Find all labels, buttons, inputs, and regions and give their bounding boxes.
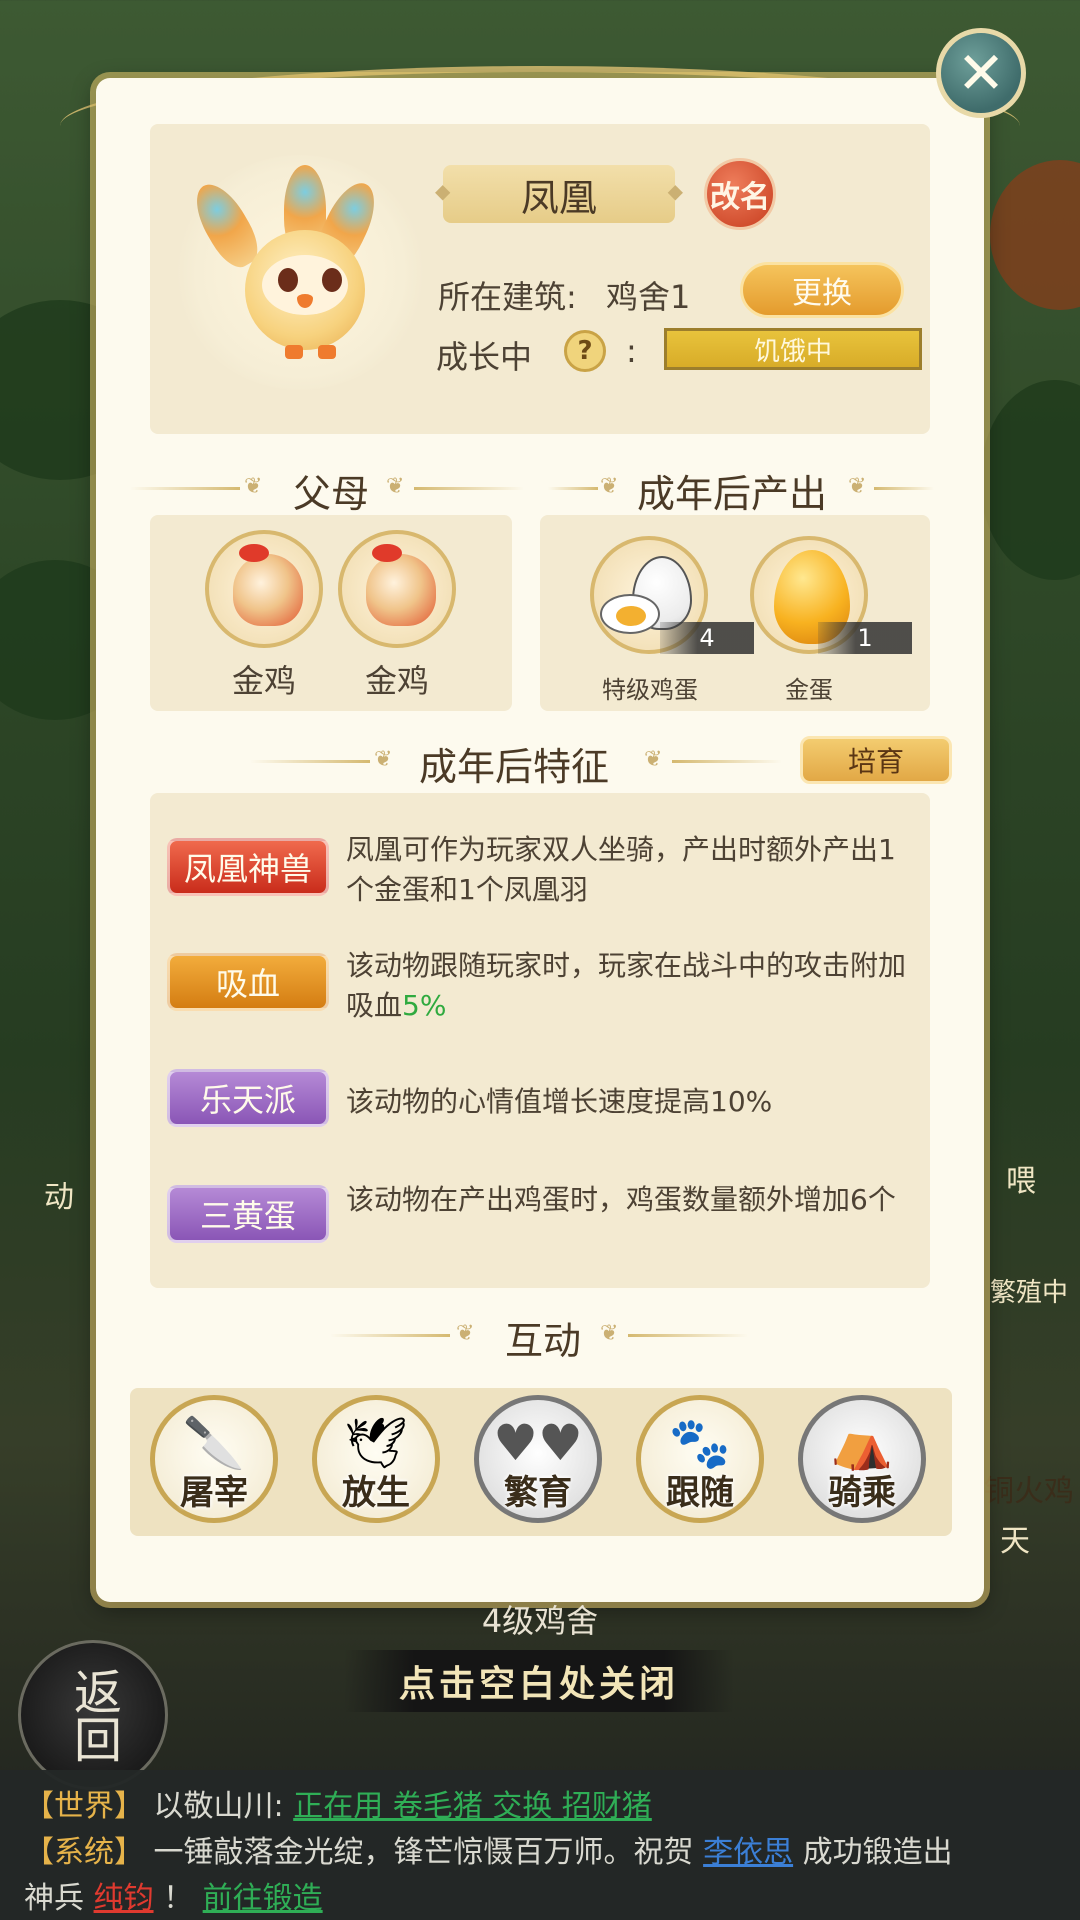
close-icon: ✕ [956, 39, 1006, 107]
section-knot: ❦ [244, 474, 263, 499]
traits-title: 成年后特征 [418, 745, 609, 789]
chat-line: 【系统】 一锤敲落金光绽，锋芒惊慑百万师。祝贺 李依思 成功锻造出 [24, 1830, 1056, 1876]
section-knot: ❦ [600, 474, 619, 499]
chat-weapon-link[interactable]: 纯钧 [94, 1881, 154, 1916]
chat-player-link[interactable]: 李依思 [703, 1835, 793, 1870]
chat-text: ！ [163, 1881, 194, 1916]
breed-button[interactable]: 培育 [800, 736, 952, 784]
animal-name: 凤凰 [435, 165, 683, 223]
chat-trade-link[interactable]: 正在用 卷毛猪 交换 招财猪 [293, 1789, 652, 1824]
trait-tag-phoenix-beast[interactable]: 凤凰神兽 [167, 838, 329, 896]
trait-tag-optimist[interactable]: 乐天派 [167, 1069, 329, 1127]
action-label: 骑乘 [828, 1473, 896, 1513]
trait-tag-lifesteal[interactable]: 吸血 [167, 953, 329, 1011]
product-name: 金蛋 [785, 676, 833, 704]
trait-description: 凤凰可作为玩家双人坐骑，产出时额外产出1个金蛋和1个凤凰羽 [346, 833, 896, 906]
product-name: 特级鸡蛋 [602, 676, 698, 704]
help-icon[interactable]: ? [564, 330, 606, 372]
chat-user: 以敬山川: [153, 1789, 284, 1824]
side-fragment-feed: 喂 [1006, 1164, 1036, 1199]
trait-tag-triple-yolk[interactable]: 三黄蛋 [167, 1185, 329, 1243]
hearts-icon: ♥♥ [493, 1414, 583, 1472]
action-label: 放生 [342, 1473, 410, 1513]
growth-colon: : [626, 332, 637, 370]
interaction-title: 互动 [504, 1319, 581, 1363]
egg-yolk [616, 606, 646, 626]
phoenix-foot [318, 345, 336, 359]
trait-description: 该动物跟随玩家时，玩家在战斗中的攻击附加吸血5% [346, 946, 918, 1026]
chat-text: 神兵 [24, 1881, 84, 1916]
section-divider [250, 760, 370, 763]
rooster-comb [239, 544, 269, 562]
chat-line: 【世界】 以敬山川: 正在用 卷毛猪 交换 招财猪 [24, 1784, 1056, 1830]
parent-name: 金鸡 [364, 662, 429, 700]
section-divider [414, 487, 524, 490]
back-button[interactable]: 返回 [18, 1640, 168, 1790]
chat-forge-link[interactable]: 前往锻造 [203, 1881, 323, 1916]
section-knot: ❦ [644, 747, 663, 772]
action-label: 跟随 [666, 1473, 734, 1513]
product-count: 1 [818, 622, 912, 654]
phoenix-eye [278, 268, 298, 292]
lifesteal-percent: 5% [402, 989, 447, 1022]
building-label: 所在建筑: [438, 278, 577, 316]
section-knot: ❦ [386, 474, 405, 499]
growth-label: 成长中 [436, 338, 533, 376]
trait-description: 该动物在产出鸡蛋时，鸡蛋数量额外增加6个 [346, 1183, 896, 1216]
rooster-comb [372, 544, 402, 562]
phoenix-eye [322, 268, 342, 292]
parents-title: 父母 [292, 472, 369, 516]
parent-avatar[interactable] [338, 530, 456, 648]
action-label: 屠宰 [180, 1473, 248, 1513]
product-count: 4 [660, 622, 754, 654]
chat-channel-tag: 【世界】 [24, 1789, 144, 1824]
side-fragment-breeding: 繁殖中 [990, 1278, 1069, 1308]
section-knot: ❦ [374, 747, 393, 772]
section-knot: ❦ [600, 1321, 619, 1346]
section-divider [628, 1334, 748, 1337]
side-fragment-left: 动 [44, 1180, 74, 1215]
products-title: 成年后产出 [636, 472, 827, 516]
section-divider [130, 487, 240, 490]
chat-text: 一锤敲落金光绽，锋芒惊慑百万师。祝贺 [153, 1835, 694, 1870]
golden-rooster-icon [233, 554, 303, 626]
section-knot: ❦ [848, 474, 867, 499]
follow-button[interactable]: 🐾 跟随 [636, 1395, 764, 1523]
parent-name: 金鸡 [231, 662, 296, 700]
rename-button[interactable]: 改名 [704, 158, 776, 230]
coop-level-label: 4级鸡舍 [481, 1602, 599, 1640]
chat-text: 成功锻造出 [802, 1835, 953, 1870]
close-hint[interactable]: 点击空白处关闭 [344, 1650, 734, 1712]
growth-status-bar: 饥饿中 [664, 328, 922, 370]
section-divider [874, 487, 934, 490]
parent-avatar[interactable] [205, 530, 323, 648]
breed-action-button[interactable]: ♥♥ 繁育 [474, 1395, 602, 1523]
golden-rooster-icon [366, 554, 436, 626]
section-knot: ❦ [456, 1321, 475, 1346]
trait-description: 该动物的心情值增长速度提高10% [346, 1085, 773, 1118]
side-fragment-turkey: 铜火鸡 [984, 1474, 1074, 1509]
section-divider [672, 760, 782, 763]
section-divider [330, 1334, 450, 1337]
chat-line: 神兵 纯钧 ！ 前往锻造 [24, 1876, 1056, 1920]
slaughter-button[interactable]: 🔪 屠宰 [150, 1395, 278, 1523]
section-divider [548, 487, 598, 490]
building-value: 鸡舍1 [606, 278, 691, 316]
side-fragment-day: 天 [1000, 1524, 1030, 1559]
close-button[interactable]: ✕ [936, 28, 1026, 118]
ride-button[interactable]: ⛺ 骑乘 [798, 1395, 926, 1523]
chat-channel-tag: 【系统】 [24, 1835, 144, 1870]
change-building-button[interactable]: 更换 [740, 262, 904, 318]
chat-panel[interactable]: 【世界】 以敬山川: 正在用 卷毛猪 交换 招财猪 【系统】 一锤敲落金光绽，锋… [0, 1770, 1080, 1920]
release-button[interactable]: 🕊 放生 [312, 1395, 440, 1523]
phoenix-foot [285, 345, 303, 359]
action-label: 繁育 [504, 1473, 572, 1513]
